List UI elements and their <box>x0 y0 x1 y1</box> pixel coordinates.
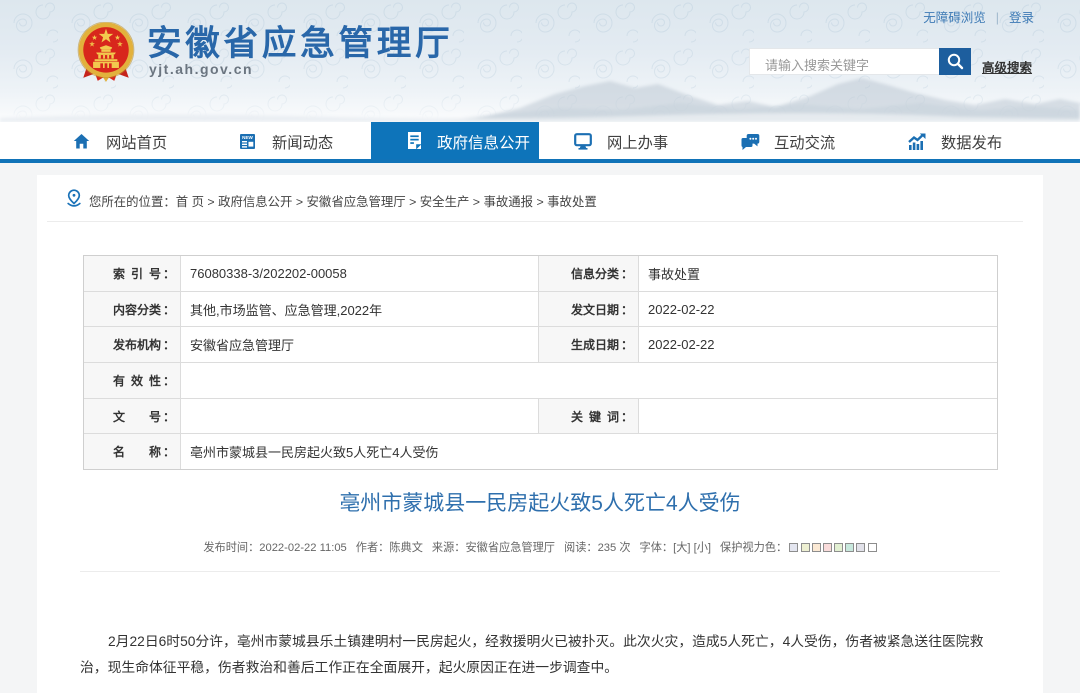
svg-text:NEW: NEW <box>242 135 253 140</box>
